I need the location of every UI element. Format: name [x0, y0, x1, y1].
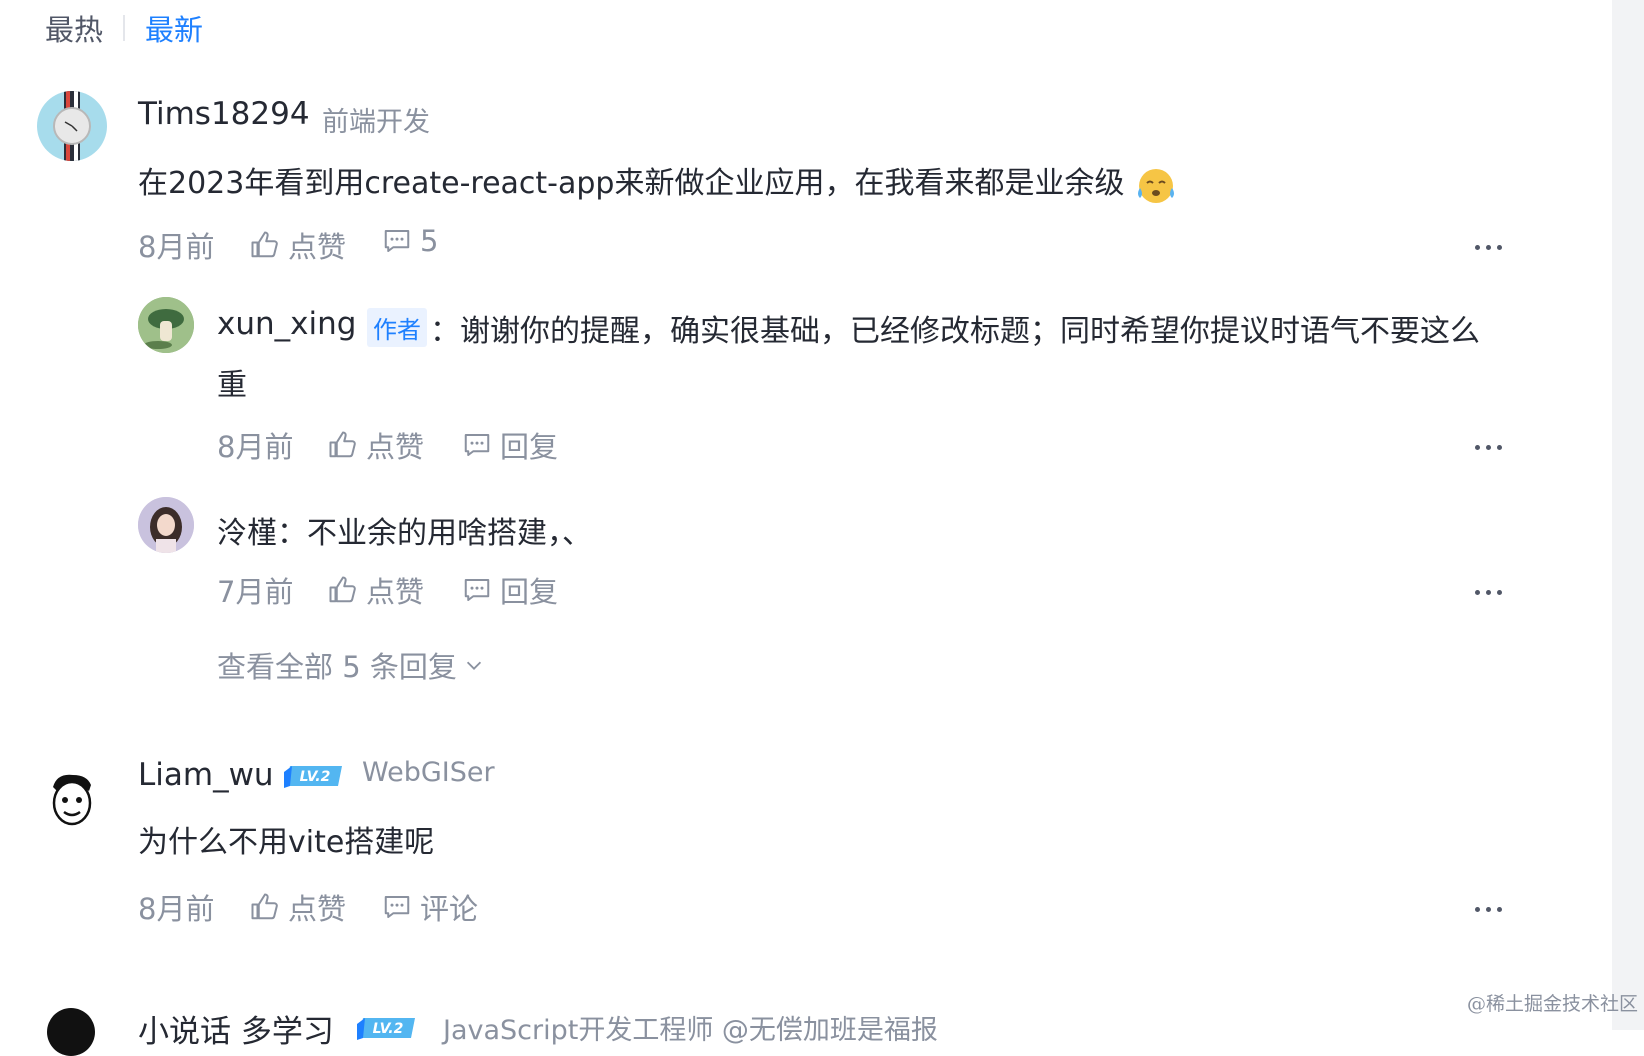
- reply-label: 回复: [500, 430, 559, 464]
- more-options-icon[interactable]: [1475, 590, 1502, 595]
- like-label: 点赞: [366, 430, 425, 464]
- watch-avatar-image: [53, 91, 91, 161]
- time-text: 7月前: [217, 575, 294, 609]
- comment-label: 评论: [420, 892, 479, 926]
- like-button[interactable]: 点赞: [328, 424, 424, 466]
- reply-content-line2: 重: [217, 368, 247, 403]
- view-all-replies-link[interactable]: 查看全部 5 条回复: [217, 644, 493, 686]
- reply-button[interactable]: 回复: [462, 424, 558, 466]
- level-text: LV.2: [300, 769, 331, 785]
- comment-time: 8月前: [138, 224, 214, 266]
- comment-time: 8月前: [138, 886, 214, 928]
- reply-username[interactable]: xun_xing: [217, 306, 356, 342]
- comment-user-job: 前端开发: [322, 107, 430, 138]
- more-options-icon[interactable]: [1475, 907, 1502, 912]
- comment-content: 在2023年看到用create-react-app来新做企业应用，在我看来都是业…: [138, 158, 1178, 204]
- more-options-icon[interactable]: [1475, 245, 1502, 250]
- reply-username[interactable]: 泠槿: [217, 516, 277, 551]
- time-text: 8月前: [138, 230, 215, 264]
- comment-content: 为什么不用vite搭建呢: [138, 825, 435, 860]
- comment-username[interactable]: Tims18294: [138, 96, 310, 132]
- comment-bubble-icon: [384, 230, 410, 252]
- thumbs-up-icon: [329, 576, 356, 603]
- like-button[interactable]: 点赞: [250, 224, 346, 266]
- reply-content-line1: ：谢谢你的提醒，确实很基础，已经修改标题；同时希望你提议时语气不要这么: [430, 314, 1480, 349]
- sort-tabs: 最热 最新: [45, 8, 203, 48]
- reply-avatar[interactable]: [138, 497, 194, 553]
- reply-time: 8月前: [217, 424, 293, 466]
- level-badge-icon: LV.2: [357, 1018, 415, 1040]
- thumbs-up-icon: [251, 231, 278, 258]
- time-text: 8月前: [138, 892, 215, 926]
- scrollbar-track[interactable]: [1612, 0, 1644, 1030]
- emoji-icon: [1138, 168, 1175, 203]
- comment-bubble-icon: [464, 579, 490, 601]
- like-button[interactable]: 点赞: [328, 569, 424, 611]
- comment-bubble-icon: [384, 896, 410, 918]
- view-all-label: 查看全部 5 条回复: [217, 650, 457, 684]
- like-label: 点赞: [288, 892, 347, 926]
- thumbs-up-icon: [329, 431, 356, 458]
- comment-count-button[interactable]: 5: [382, 224, 438, 258]
- reply-time: 7月前: [217, 569, 293, 611]
- reply-avatar[interactable]: [138, 297, 194, 353]
- level-badge: LV.2: [355, 1014, 417, 1046]
- like-label: 点赞: [288, 230, 347, 264]
- mushroom-avatar-image: [138, 297, 194, 353]
- comment-count: 5: [420, 224, 439, 258]
- girl-avatar-image: [138, 497, 194, 553]
- avatar[interactable]: [47, 1008, 95, 1056]
- reply-content: ：不业余的用啥搭建，、: [277, 516, 592, 551]
- comment-user-job: JavaScript开发工程师 @无偿加班是福报: [443, 1015, 938, 1046]
- comment-username[interactable]: 小说话 多学习: [138, 1006, 334, 1051]
- tab-divider: [123, 15, 126, 41]
- reply-label: 回复: [500, 575, 559, 609]
- author-tag: 作者: [367, 308, 427, 347]
- tab-new[interactable]: 最新: [145, 7, 203, 49]
- level-badge-icon: LV.2: [284, 766, 342, 788]
- like-label: 点赞: [366, 575, 425, 609]
- comment-bubble-icon: [464, 434, 490, 456]
- avatar[interactable]: [37, 765, 107, 835]
- time-text: 8月前: [217, 430, 294, 464]
- cartoon-face-avatar-image: [52, 774, 92, 826]
- chevron-down-icon: [466, 661, 481, 670]
- comment-user-job: WebGISer: [362, 757, 495, 788]
- level-badge: LV.2: [282, 762, 344, 794]
- reply-line: 泠槿：不业余的用啥搭建，、: [217, 508, 592, 552]
- avatar[interactable]: [37, 91, 107, 161]
- watermark: @稀土掘金技术社区: [1466, 993, 1638, 1015]
- level-text: LV.2: [373, 1021, 404, 1037]
- comment-username[interactable]: Liam_wu: [138, 757, 274, 793]
- reply-button[interactable]: 回复: [462, 569, 558, 611]
- more-options-icon[interactable]: [1475, 445, 1502, 450]
- tab-hot[interactable]: 最热: [45, 7, 103, 49]
- comment-button[interactable]: 评论: [382, 886, 478, 928]
- like-button[interactable]: 点赞: [250, 886, 346, 928]
- thumbs-up-icon: [251, 893, 278, 920]
- comment-text: 在2023年看到用create-react-app来新做企业应用，在我看来都是业…: [138, 166, 1125, 201]
